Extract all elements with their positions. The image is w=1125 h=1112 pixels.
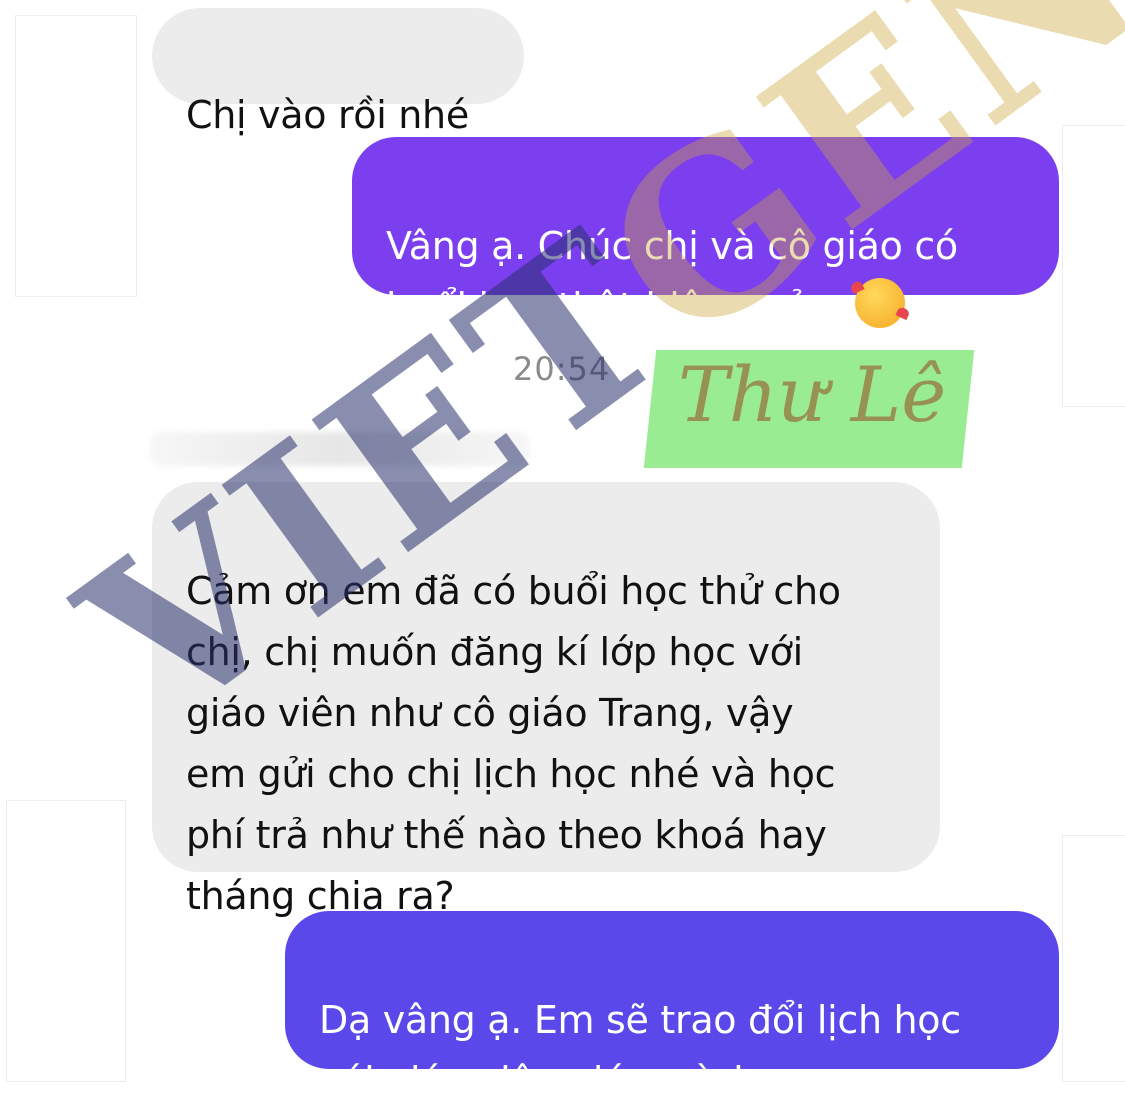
signature-stamp-background xyxy=(643,350,975,468)
sender-name-blurred xyxy=(150,432,530,466)
side-frame-left-bottom xyxy=(6,800,126,1082)
message-bubble-outgoing[interactable]: Dạ vâng ạ. Em sẽ trao đổi lịch học với g… xyxy=(285,911,1059,1103)
message-text: Cảm ơn em đã có buổi học thử cho chị, ch… xyxy=(186,569,841,918)
signature-watermark: Thư Lê xyxy=(678,350,947,439)
side-frame-right-bottom xyxy=(1062,835,1125,1082)
message-bubble-incoming[interactable]: Cảm ơn em đã có buổi học thử cho chị, ch… xyxy=(152,482,940,918)
message-bubble-outgoing[interactable]: Vâng ạ. Chúc chị và cô giáo có buổi học … xyxy=(352,137,1059,329)
smiling-face-with-hearts-icon xyxy=(855,278,906,328)
message-text: Dạ vâng ạ. Em sẽ trao đổi lịch học với g… xyxy=(319,998,961,1103)
side-frame-left-top xyxy=(15,15,137,297)
message-timestamp: 20:54 xyxy=(513,350,611,388)
message-text: Chị vào rồi nhé xyxy=(186,93,469,137)
message-bubble-incoming[interactable]: Chị vào rồi nhé xyxy=(152,8,524,137)
side-frame-right-top xyxy=(1062,125,1125,407)
